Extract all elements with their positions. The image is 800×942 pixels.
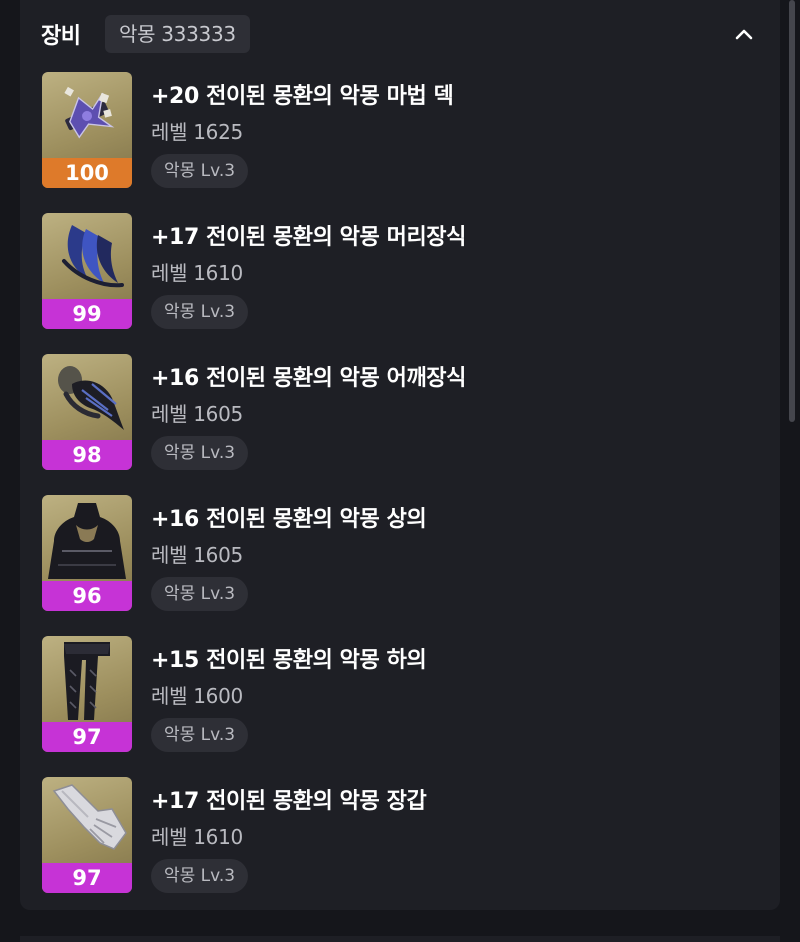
equipment-title: 장비: [41, 24, 81, 49]
chevron-up-icon: [735, 29, 753, 40]
elixir-tag: 악몽 Lv.3: [151, 577, 249, 611]
item-level: 레벨 1605: [151, 402, 243, 426]
elixir-tag: 악몽 Lv.3: [151, 718, 249, 752]
set-effect-badge: 악몽 333333: [105, 15, 250, 53]
item-name[interactable]: +20 전이된 몽환의 악몽 마법 덱: [151, 78, 454, 110]
quality-badge: 99: [42, 299, 132, 329]
glove-icon: [52, 784, 127, 850]
equipment-panel: 장비 악몽 333333 100 +20 전이된 몽환의 악몽 마법 덱 레벨 …: [20, 0, 780, 910]
item-name[interactable]: +16 전이된 몽환의 악몽 어깨장식: [151, 360, 466, 392]
item-name[interactable]: +17 전이된 몽환의 악몽 장갑: [151, 783, 427, 815]
equipment-item-deck[interactable]: 100 +20 전이된 몽환의 악몽 마법 덱 레벨 1625 악몽 Lv.3: [20, 72, 780, 192]
item-level: 레벨 1625: [151, 120, 243, 144]
quality-badge: 98: [42, 440, 132, 470]
chest-armor-icon: [48, 503, 126, 579]
equipment-item-head[interactable]: 99 +17 전이된 몽환의 악몽 머리장식 레벨 1610 악몽 Lv.3: [20, 213, 780, 333]
equipment-item-shoulder[interactable]: 98 +16 전이된 몽환의 악몽 어깨장식 레벨 1605 악몽 Lv.3: [20, 354, 780, 474]
card-deck-icon: [64, 86, 115, 139]
quality-badge: 97: [42, 863, 132, 893]
item-icon-slot[interactable]: 97: [42, 636, 132, 752]
item-name[interactable]: +16 전이된 몽환의 악몽 상의: [151, 501, 427, 533]
equipment-item-gloves[interactable]: 97 +17 전이된 몽환의 악몽 장갑 레벨 1610 악몽 Lv.3: [20, 777, 780, 897]
next-panel-edge: [20, 936, 780, 942]
shoulder-icon: [58, 366, 124, 430]
leg-armor-icon: [64, 642, 110, 720]
collapse-button[interactable]: [728, 18, 760, 50]
equipment-item-legs[interactable]: 97 +15 전이된 몽환의 악몽 하의 레벨 1600 악몽 Lv.3: [20, 636, 780, 756]
item-icon-slot[interactable]: 97: [42, 777, 132, 893]
item-icon-slot[interactable]: 96: [42, 495, 132, 611]
equipment-header: 장비 악몽 333333: [20, 0, 780, 64]
quality-badge: 100: [42, 158, 132, 188]
quality-badge: 97: [42, 722, 132, 752]
scrollbar-thumb[interactable]: [789, 0, 795, 422]
quality-badge: 96: [42, 581, 132, 611]
item-icon-slot[interactable]: 98: [42, 354, 132, 470]
item-level: 레벨 1610: [151, 261, 243, 285]
elixir-tag: 악몽 Lv.3: [151, 154, 249, 188]
item-level: 레벨 1600: [151, 684, 243, 708]
elixir-tag: 악몽 Lv.3: [151, 436, 249, 470]
item-level: 레벨 1605: [151, 543, 243, 567]
item-level: 레벨 1610: [151, 825, 243, 849]
elixir-tag: 악몽 Lv.3: [151, 295, 249, 329]
item-icon-slot[interactable]: 99: [42, 213, 132, 329]
elixir-tag: 악몽 Lv.3: [151, 859, 249, 893]
headpiece-icon: [62, 225, 124, 288]
equipment-item-chest[interactable]: 96 +16 전이된 몽환의 악몽 상의 레벨 1605 악몽 Lv.3: [20, 495, 780, 615]
item-icon-slot[interactable]: 100: [42, 72, 132, 188]
item-name[interactable]: +15 전이된 몽환의 악몽 하의: [151, 642, 427, 674]
item-name[interactable]: +17 전이된 몽환의 악몽 머리장식: [151, 219, 466, 251]
